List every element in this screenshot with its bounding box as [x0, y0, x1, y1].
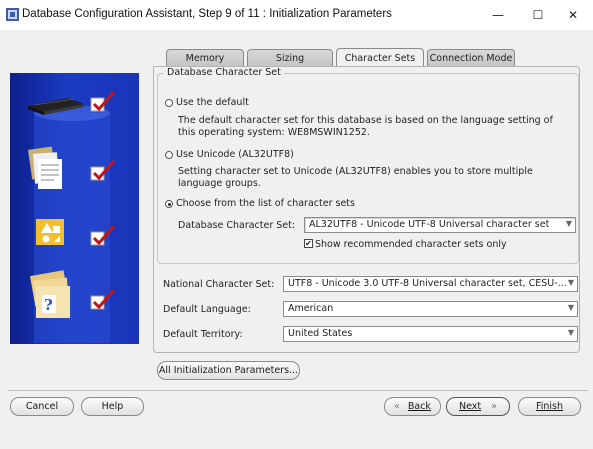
choose-from-list-label[interactable]: Choose from the list of character sets	[176, 198, 355, 209]
db-charset-select[interactable]: AL32UTF8 - Unicode UTF-8 Universal chara…	[304, 217, 576, 233]
default-language-label: Default Language:	[163, 304, 251, 315]
tab-sizing[interactable]: Sizing	[247, 49, 333, 67]
use-unicode-label[interactable]: Use Unicode (AL32UTF8)	[176, 149, 294, 160]
tab-memory[interactable]: Memory	[166, 49, 244, 67]
unicode-description: Setting character set to Unicode (AL32UT…	[178, 166, 533, 189]
national-charset-value: UTF8 - Unicode 3.0 UTF-8 Universal chara…	[288, 278, 567, 289]
show-recommended-label[interactable]: Show recommended character sets only	[315, 239, 507, 250]
radio-use-default[interactable]	[165, 99, 173, 107]
default-language-value: American	[288, 303, 334, 314]
minimize-icon[interactable]: —	[478, 4, 518, 26]
title-bar: Database Configuration Assistant, Step 9…	[0, 0, 593, 30]
national-charset-label: National Character Set:	[163, 279, 275, 290]
default-description: The default character set for this datab…	[178, 115, 553, 138]
footer-divider	[8, 390, 588, 391]
cancel-button[interactable]: Cancel	[10, 397, 74, 416]
close-icon[interactable]: ✕	[553, 4, 593, 26]
step-illustration: ?	[10, 73, 139, 344]
radio-choose-from-list[interactable]	[165, 200, 173, 208]
default-territory-select[interactable]: United States ▼	[283, 326, 578, 342]
tab-connection-mode[interactable]: Connection Mode	[427, 49, 515, 67]
next-label: Next	[459, 401, 482, 412]
finish-button[interactable]: Finish	[518, 397, 581, 416]
back-button[interactable]: « Back	[384, 397, 441, 416]
use-default-label[interactable]: Use the default	[176, 97, 249, 108]
next-arrow-icon: »	[491, 401, 497, 412]
help-button[interactable]: Help	[81, 397, 144, 416]
default-language-select[interactable]: American ▼	[283, 301, 578, 317]
back-arrow-icon: «	[394, 401, 400, 412]
database-illustration-icon: ?	[28, 91, 116, 343]
maximize-icon[interactable]: ☐	[518, 4, 558, 26]
national-charset-select[interactable]: UTF8 - Unicode 3.0 UTF-8 Universal chara…	[283, 276, 578, 292]
db-charset-label: Database Character Set:	[178, 220, 296, 231]
default-territory-value: United States	[288, 328, 353, 339]
chevron-down-icon: ▼	[565, 219, 572, 228]
radio-use-unicode[interactable]	[165, 151, 173, 159]
chevron-down-icon: ▼	[567, 278, 574, 287]
chevron-down-icon: ▼	[567, 328, 574, 337]
tab-character-sets[interactable]: Character Sets	[336, 48, 424, 67]
all-init-params-button[interactable]: All Initialization Parameters...	[157, 361, 300, 380]
app-icon	[6, 8, 19, 21]
next-button[interactable]: Next »	[446, 397, 510, 416]
svg-text:?: ?	[44, 296, 53, 314]
window-title: Database Configuration Assistant, Step 9…	[22, 8, 392, 20]
db-charset-value: AL32UTF8 - Unicode UTF-8 Universal chara…	[309, 219, 550, 230]
show-recommended-checkbox[interactable]: ✔	[304, 239, 313, 248]
back-label: Back	[407, 401, 431, 412]
finish-label: Finish	[535, 401, 564, 412]
chevron-down-icon: ▼	[567, 303, 574, 312]
charset-group-legend: Database Character Set	[164, 67, 284, 78]
default-territory-label: Default Territory:	[163, 329, 243, 340]
